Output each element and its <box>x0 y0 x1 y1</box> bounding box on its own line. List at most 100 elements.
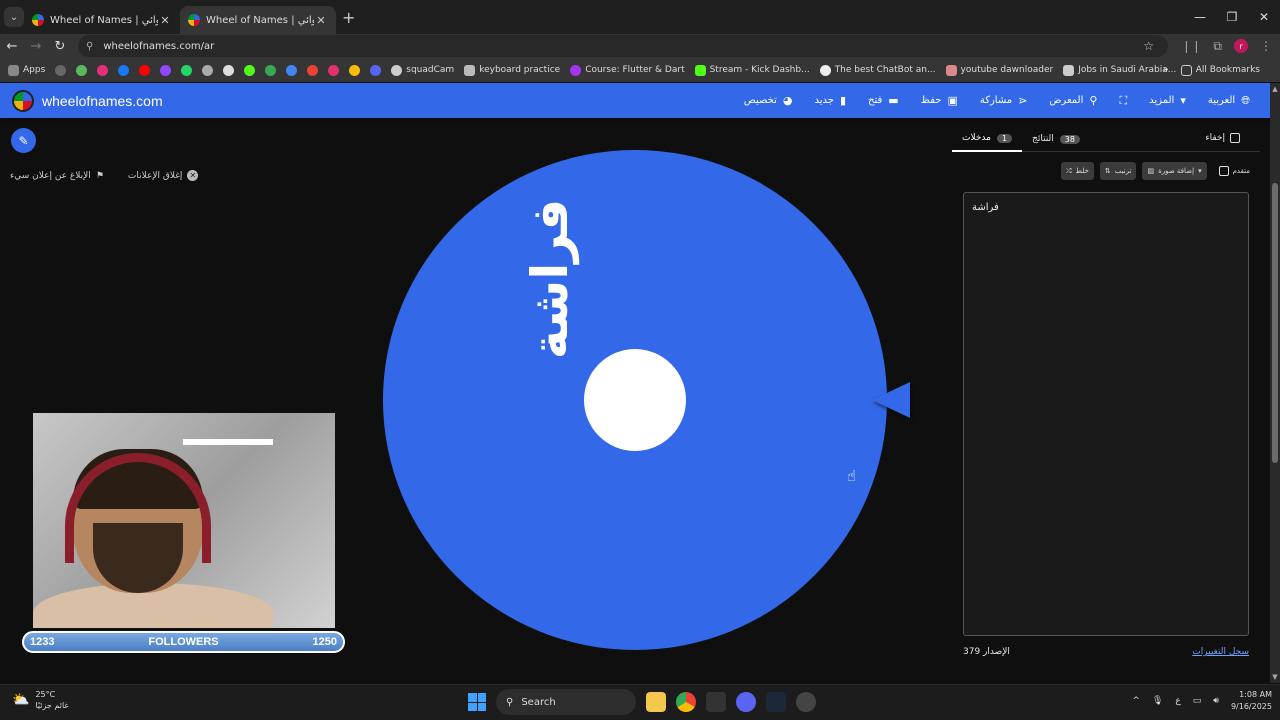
browser-tab-active[interactable]: Wheel of Names | اسم العشوائي ✕ <box>180 6 336 34</box>
wheel-entry-label: فراشة <box>521 198 579 360</box>
back-icon[interactable]: ← <box>0 39 24 54</box>
bookmark-star-icon[interactable]: ☆ <box>1143 39 1154 53</box>
scroll-thumb[interactable] <box>1272 183 1278 463</box>
bookmark-kick[interactable]: Stream - Kick Dashb... <box>694 64 810 76</box>
discord-icon[interactable] <box>736 692 756 712</box>
hide-checkbox[interactable] <box>1230 133 1240 143</box>
bookmark-label: youtube dawnloader <box>960 65 1054 75</box>
followers-goal: 1250 <box>312 636 337 648</box>
advanced-toggle[interactable]: متقدم <box>1218 166 1250 176</box>
site-info-icon[interactable]: ⚲ <box>86 41 93 52</box>
twitch-icon[interactable] <box>160 64 172 76</box>
report-ad-label: الإبلاغ عن إعلان سيء <box>10 170 91 181</box>
bookmark-icon[interactable] <box>370 64 382 76</box>
panel-footer: الإصدار 379 سجل التغييرات <box>963 647 1249 657</box>
menu-save[interactable]: ▣ حفظ <box>921 94 958 107</box>
menu-open[interactable]: ▬ فتح <box>868 94 899 107</box>
site-logo-icon[interactable] <box>12 89 34 112</box>
bookmark-jobs[interactable]: Jobs in Saudi Arabia... <box>1063 64 1176 76</box>
sort-icon: ⇅ <box>1104 167 1111 175</box>
menu-share[interactable]: ⋖ مشاركة <box>980 94 1028 107</box>
bookmark-icon[interactable] <box>97 64 109 76</box>
tab-entries[interactable]: مدخلات 1 <box>952 126 1023 152</box>
volume-icon[interactable]: 🔊︎ <box>1213 696 1219 706</box>
address-bar[interactable]: ⚲ wheelofnames.com/ar ☆ <box>78 35 1168 57</box>
grid-icon[interactable] <box>55 64 67 76</box>
bookmark-apps[interactable]: Apps <box>8 64 45 76</box>
obs-icon[interactable] <box>796 692 816 712</box>
chevron-more-icon[interactable]: » <box>1163 65 1169 75</box>
extension-icon[interactable]: ❘❘ <box>1181 39 1201 53</box>
bookmark-icon[interactable] <box>76 64 88 76</box>
page-scrollbar[interactable]: ▲ ▼ <box>1270 83 1280 683</box>
report-ad-link[interactable]: الإبلاغ عن إعلان سيء ⚑ <box>10 170 104 181</box>
tab-results[interactable]: النتائج 38 <box>1022 126 1090 152</box>
shuffle-button[interactable]: خلط ⤮ <box>1060 162 1094 180</box>
scroll-down-icon[interactable]: ▼ <box>1271 673 1279 681</box>
microsoft-icon[interactable] <box>349 64 361 76</box>
weather-widget[interactable]: ⛅ 25°C غائم جزئيًا <box>12 689 69 711</box>
taskbar-search[interactable]: ⚲ Search <box>496 689 636 715</box>
close-ads-label: إغلاق الإعلانات <box>127 170 183 181</box>
browser-tab[interactable]: Wheel of Names | اسم العشوائي ✕ <box>24 6 180 34</box>
menu-more[interactable]: ▾ المزيد <box>1149 94 1186 107</box>
github-icon[interactable] <box>223 64 235 76</box>
clock[interactable]: 1:08 AM 9/16/2025 <box>1231 689 1272 713</box>
sort-button[interactable]: ترتيب ⇅ <box>1099 162 1137 180</box>
bookmark-course[interactable]: Course: Flutter & Dart <box>570 64 685 76</box>
all-bookmarks[interactable]: All Bookmarks <box>1180 64 1260 76</box>
steam-icon[interactable] <box>766 692 786 712</box>
puzzle-icon[interactable]: ⧉ <box>1213 39 1222 54</box>
kick-icon[interactable] <box>244 64 256 76</box>
scroll-up-icon[interactable]: ▲ <box>1271 85 1279 93</box>
drive-icon[interactable] <box>265 64 277 76</box>
more-vert-icon[interactable]: ⋮ <box>1260 39 1272 53</box>
facebook-icon[interactable] <box>118 64 130 76</box>
tab-close-icon[interactable]: ✕ <box>158 14 172 27</box>
new-tab-icon[interactable]: + <box>342 8 355 27</box>
entries-textarea[interactable]: فراشة <box>963 192 1249 636</box>
bookmark-icon[interactable] <box>202 64 214 76</box>
instagram-icon[interactable] <box>328 64 340 76</box>
download-app-icon[interactable] <box>706 692 726 712</box>
all-bookmarks-label: All Bookmarks <box>1195 65 1260 75</box>
menu-fullscreen[interactable]: ⛶ <box>1119 94 1127 108</box>
microphone-icon[interactable]: 🎙︎ <box>1152 696 1163 706</box>
close-ads-link[interactable]: إغلاق الإعلانات ✕ <box>128 170 199 181</box>
udemy-icon <box>570 64 582 76</box>
profile-avatar[interactable]: r <box>1234 39 1248 53</box>
bookmark-squadcam[interactable]: squadCam <box>391 64 454 76</box>
network-icon[interactable]: ▭ <box>1193 696 1202 706</box>
file-explorer-icon[interactable] <box>646 692 666 712</box>
chrome-icon[interactable] <box>676 692 696 712</box>
menu-language[interactable]: 🌐︎ العربية <box>1208 94 1250 108</box>
tab-close-icon[interactable]: ✕ <box>314 14 328 27</box>
close-window-icon[interactable]: ✕ <box>1248 10 1280 24</box>
minimize-icon[interactable]: — <box>1184 10 1216 24</box>
reload-icon[interactable]: ↻ <box>48 39 72 54</box>
language-indicator[interactable]: ع <box>1175 696 1180 706</box>
restore-icon[interactable]: ❐ <box>1216 10 1248 24</box>
chevron-up-icon[interactable]: ^ <box>1132 696 1140 706</box>
wheel-center-hub[interactable] <box>584 349 686 451</box>
windows-start-icon[interactable] <box>468 693 486 711</box>
bookmark-icon[interactable] <box>307 64 319 76</box>
bookmark-icon[interactable] <box>286 64 298 76</box>
toolbar-right: ❘❘ ⧉ r ⋮ <box>1181 34 1272 58</box>
forward-icon[interactable]: → <box>24 39 48 54</box>
menu-new[interactable]: ▮ جديد <box>815 94 847 107</box>
site-name[interactable]: wheelofnames.com <box>42 93 163 109</box>
menu-customize[interactable]: ◕ تخصيص <box>744 94 793 107</box>
whatsapp-icon[interactable] <box>181 64 193 76</box>
add-image-button[interactable]: ▾ إضافة صورة ▨ <box>1142 162 1207 180</box>
changelog-link[interactable]: سجل التغييرات <box>1192 647 1249 657</box>
tab-search-button[interactable]: ⌄ <box>4 7 24 27</box>
bookmark-youtube-dl[interactable]: youtube dawnloader <box>945 64 1054 76</box>
bookmark-chatbot[interactable]: The best ChatBot an... <box>819 64 936 76</box>
hide-panel-toggle[interactable]: إخفاء <box>1205 133 1240 143</box>
youtube-icon[interactable] <box>139 64 151 76</box>
bookmark-keyboard[interactable]: keyboard practice <box>464 64 560 76</box>
menu-gallery[interactable]: ⚲ المعرض <box>1049 94 1097 107</box>
edit-pencil-button[interactable]: ✎ <box>11 128 36 153</box>
advanced-checkbox[interactable] <box>1218 166 1229 176</box>
